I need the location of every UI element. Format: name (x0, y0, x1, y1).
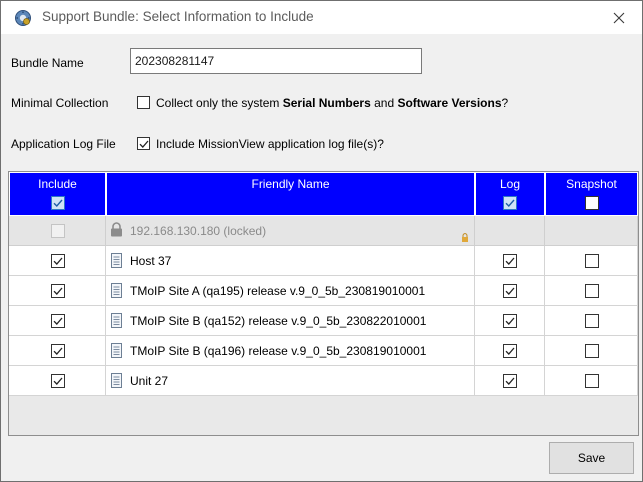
include-header-label: Include (38, 177, 77, 191)
minimal-collection-label: Minimal Collection (11, 96, 109, 110)
application-log-checkbox[interactable] (137, 137, 150, 150)
include-checkbox[interactable] (51, 314, 65, 328)
table-row[interactable]: 192.168.130.180 (locked) (9, 216, 638, 246)
log-checkbox[interactable] (503, 284, 517, 298)
table-row[interactable]: TMoIP Site A (qa195) release v.9_0_5b_23… (9, 276, 638, 306)
minimal-collection-text: Collect only the system Serial Numbers a… (156, 96, 508, 110)
support-bundle-dialog: Support Bundle: Select Information to In… (0, 0, 643, 482)
title-bar: Support Bundle: Select Information to In… (1, 1, 642, 34)
include-cell (9, 276, 106, 306)
application-log-text: Include MissionView application log file… (156, 137, 384, 151)
document-icon (111, 283, 122, 298)
include-cell (9, 366, 106, 396)
log-cell (475, 276, 545, 306)
friendly-name-text: 192.168.130.180 (locked) (130, 224, 267, 238)
friendly-name-text: TMoIP Site B (qa152) release v.9_0_5b_23… (130, 314, 427, 328)
column-header-include[interactable]: Include (9, 172, 106, 216)
document-icon (111, 253, 122, 268)
friendly-name-text: TMoIP Site B (qa196) release v.9_0_5b_23… (130, 344, 427, 358)
log-cell (475, 366, 545, 396)
friendly-name-header-label: Friendly Name (251, 177, 330, 191)
log-checkbox[interactable] (503, 314, 517, 328)
log-checkbox[interactable] (503, 254, 517, 268)
name-cell: TMoIP Site A (qa195) release v.9_0_5b_23… (106, 276, 475, 306)
log-checkbox[interactable] (503, 374, 517, 388)
lock-icon (111, 222, 122, 237)
snapshot-checkbox[interactable] (585, 254, 599, 268)
log-all-checkbox[interactable] (503, 196, 517, 210)
snapshot-cell (545, 306, 638, 336)
friendly-name-text: TMoIP Site A (qa195) release v.9_0_5b_23… (130, 284, 426, 298)
bundle-name-label: Bundle Name (11, 56, 84, 70)
name-cell: 192.168.130.180 (locked) (106, 216, 475, 246)
log-cell (475, 336, 545, 366)
device-grid: Include Friendly Name Log Snapshot 192.1… (8, 171, 639, 436)
minimal-collection-text-3: ? (501, 96, 509, 110)
snapshot-cell (545, 336, 638, 366)
minimal-collection-checkbox[interactable] (137, 96, 150, 109)
column-header-snapshot[interactable]: Snapshot (545, 172, 638, 216)
name-cell: TMoIP Site B (qa152) release v.9_0_5b_23… (106, 306, 475, 336)
name-cell: TMoIP Site B (qa196) release v.9_0_5b_23… (106, 336, 475, 366)
column-header-friendly-name[interactable]: Friendly Name (106, 172, 475, 216)
include-checkbox[interactable] (51, 254, 65, 268)
support-bundle-icon (15, 10, 31, 26)
include-checkbox[interactable] (51, 284, 65, 298)
snapshot-all-checkbox[interactable] (584, 196, 599, 210)
friendly-name-text: Host 37 (130, 254, 172, 268)
table-row[interactable]: TMoIP Site B (qa196) release v.9_0_5b_23… (9, 336, 638, 366)
include-checkbox (51, 224, 65, 238)
column-header-log[interactable]: Log (475, 172, 545, 216)
save-button[interactable]: Save (549, 442, 634, 474)
close-icon[interactable] (613, 12, 625, 24)
include-checkbox[interactable] (51, 374, 65, 388)
window-title: Support Bundle: Select Information to In… (42, 9, 314, 24)
serial-numbers-text: Serial Numbers (282, 96, 371, 110)
table-row[interactable]: TMoIP Site B (qa152) release v.9_0_5b_23… (9, 306, 638, 336)
minimal-collection-text-2: and (370, 96, 398, 110)
document-icon (111, 313, 122, 328)
snapshot-checkbox[interactable] (585, 344, 599, 358)
log-cell (475, 306, 545, 336)
snapshot-cell (545, 216, 638, 246)
snapshot-checkbox[interactable] (585, 284, 599, 298)
snapshot-cell (545, 276, 638, 306)
name-cell: Host 37 (106, 246, 475, 276)
include-cell (9, 336, 106, 366)
include-checkbox[interactable] (51, 344, 65, 358)
software-versions-text: Software Versions (397, 96, 502, 110)
minimal-collection-text-1: Collect only the system (156, 96, 283, 110)
application-log-label: Application Log File (11, 137, 116, 151)
document-icon (111, 343, 122, 358)
table-row[interactable]: Unit 27 (9, 366, 638, 396)
bundle-name-field[interactable]: 202308281147 (130, 48, 422, 74)
snapshot-cell (545, 246, 638, 276)
snapshot-header-label: Snapshot (566, 177, 617, 191)
snapshot-checkbox[interactable] (585, 374, 599, 388)
log-checkbox[interactable] (503, 344, 517, 358)
document-icon (111, 373, 122, 388)
table-row[interactable]: Host 37 (9, 246, 638, 276)
include-all-checkbox[interactable] (50, 196, 65, 210)
log-cell (475, 246, 545, 276)
include-cell (9, 306, 106, 336)
locked-indicator-icon (462, 233, 468, 242)
snapshot-checkbox[interactable] (585, 314, 599, 328)
friendly-name-text: Unit 27 (130, 374, 169, 388)
log-cell (475, 216, 545, 246)
include-cell (9, 246, 106, 276)
name-cell: Unit 27 (106, 366, 475, 396)
log-header-label: Log (499, 177, 521, 191)
snapshot-cell (545, 366, 638, 396)
include-cell (9, 216, 106, 246)
